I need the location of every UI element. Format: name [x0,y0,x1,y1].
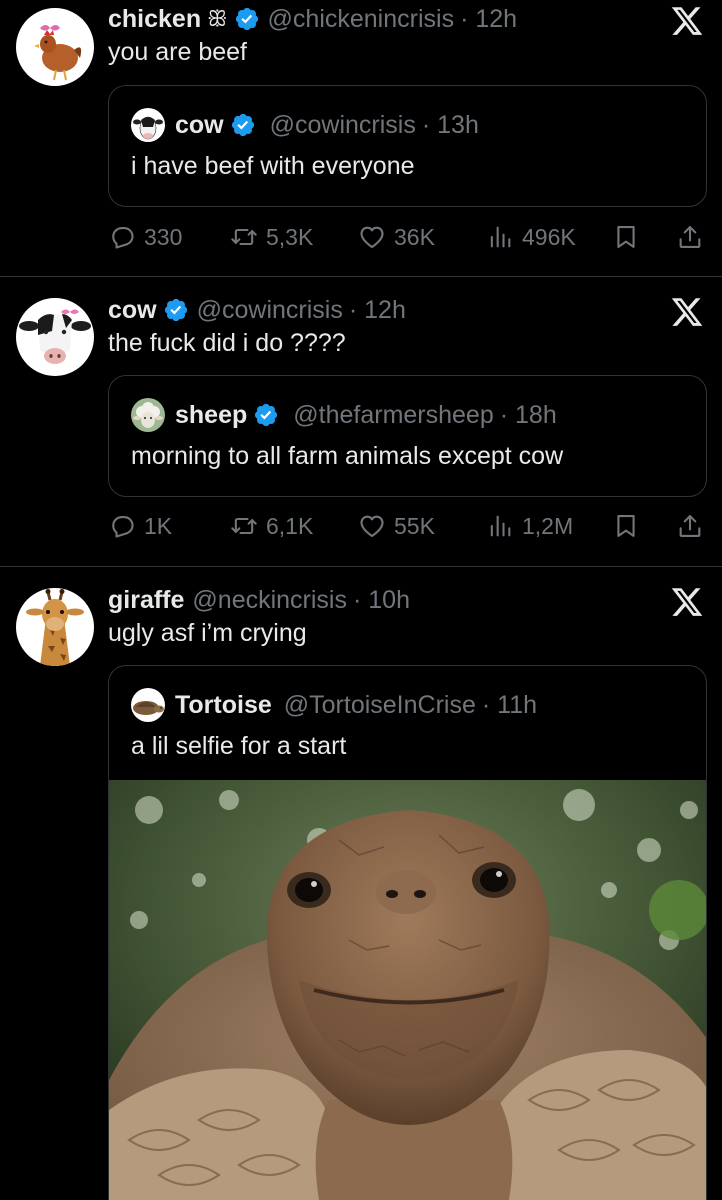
share-icon [676,223,704,251]
verified-badge-icon [234,6,260,32]
reply-icon [108,512,136,540]
share-icon [676,512,704,540]
tweet-header: cow @cowincrisis · 12h [108,291,406,329]
quoted-tweet-header: sheep @thefarmersheep · 18h [131,396,557,434]
quoted-author-name[interactable]: sheep [175,401,247,430]
reply-icon [108,223,136,251]
quoted-tweet-text: i have beef with everyone [131,152,415,180]
tweet-giraffe[interactable]: giraffe @neckincrisis · 10h ugly asf i’m… [0,581,722,1200]
author-handle[interactable]: @cowincrisis [197,296,343,325]
quoted-author-name[interactable]: Tortoise [175,691,272,720]
views-button[interactable]: 496K [486,217,576,257]
avatar-sheep-small [131,398,165,432]
like-count: 55K [394,512,435,539]
tweet-time[interactable]: · 12h [349,296,406,325]
tweet-time[interactable]: · 12h [460,5,517,34]
verified-badge-icon [163,297,189,323]
author-name[interactable]: giraffe [108,586,184,615]
quoted-author-handle[interactable]: @TortoiseInCrise [284,691,476,720]
reply-button[interactable]: 1K [108,506,172,546]
avatar-cow[interactable] [16,298,94,376]
bookmark-icon [612,512,640,540]
views-button[interactable]: 1,2M [486,506,573,546]
quoted-tweet-time: · 11h [481,690,538,719]
repost-button[interactable]: 5,3K [230,217,313,257]
quoted-tweet-time: · 18h [499,400,557,429]
quoted-tweet[interactable]: cow @cowincrisis · 13h i have beef with … [108,85,707,207]
tweet-chicken[interactable]: chicken ꕥ @chickenincrisis · 12h you are… [0,0,722,276]
author-handle[interactable]: @chickenincrisis [268,5,455,34]
tweet-divider [0,566,722,567]
quoted-tweet[interactable]: sheep @thefarmersheep · 18h morning to a… [108,375,707,497]
author-emoji: ꕥ [207,6,228,31]
repost-button[interactable]: 6,1K [230,506,313,546]
x-logo-icon[interactable] [670,4,704,38]
tweet-divider [0,276,722,277]
like-icon [358,223,386,251]
bookmark-button[interactable] [612,506,640,546]
x-logo-icon[interactable] [670,585,704,619]
like-count: 36K [394,223,435,250]
verified-badge-icon [253,402,279,428]
repost-count: 5,3K [266,223,314,250]
bookmark-icon [612,223,640,251]
author-handle[interactable]: @neckincrisis [192,586,347,615]
action-bar: 330 5,3K 36K 496K [108,217,708,257]
quoted-tweet-header: cow @cowincrisis · 13h [131,106,479,144]
tweet-header: chicken ꕥ @chickenincrisis · 12h [108,0,517,38]
tweet-cow[interactable]: cow @cowincrisis · 12h the fuck did i do… [0,291,722,567]
like-button[interactable]: 36K [358,217,435,257]
tortoise-photo[interactable] [109,780,706,1200]
quoted-tweet-time: · 13h [421,110,479,139]
tweet-header: giraffe @neckincrisis · 10h [108,581,410,619]
verified-badge-icon [230,112,256,138]
quoted-author-name[interactable]: cow [175,111,224,140]
share-button[interactable] [676,217,704,257]
reply-count: 1K [144,512,173,539]
quoted-tweet[interactable]: Tortoise @TortoiseInCrise · 11h a lil se… [108,665,707,1200]
avatar-tortoise-small [131,688,165,722]
bookmark-button[interactable] [612,217,640,257]
view-count: 496K [522,223,576,250]
tweet-text: ugly asf i’m crying [108,619,307,647]
quoted-tweet-text: morning to all farm animals except cow [131,442,564,470]
author-name[interactable]: chicken [108,5,201,34]
avatar-cow-small [131,108,165,142]
quoted-author-handle[interactable]: @thefarmersheep [293,401,493,430]
tweet-text: the fuck did i do ???? [108,329,346,357]
x-logo-icon[interactable] [670,295,704,329]
like-button[interactable]: 55K [358,506,435,546]
quoted-author-handle[interactable]: @cowincrisis [270,111,416,140]
views-icon [486,512,514,540]
reply-count: 330 [144,223,183,250]
share-button[interactable] [676,506,704,546]
repost-count: 6,1K [266,512,314,539]
quoted-tweet-header: Tortoise @TortoiseInCrise · 11h [131,686,537,724]
avatar-chicken[interactable] [16,8,94,86]
like-icon [358,512,386,540]
reply-button[interactable]: 330 [108,217,182,257]
views-icon [486,223,514,251]
avatar-giraffe[interactable] [16,588,94,666]
tweet-time[interactable]: · 10h [353,586,410,615]
tweet-text: you are beef [108,38,247,66]
action-bar: 1K 6,1K 55K 1,2M [108,506,708,546]
repost-icon [230,512,258,540]
author-name[interactable]: cow [108,296,157,325]
quoted-tweet-text: a lil selfie for a start [131,732,347,760]
repost-icon [230,223,258,251]
view-count: 1,2M [522,512,574,539]
